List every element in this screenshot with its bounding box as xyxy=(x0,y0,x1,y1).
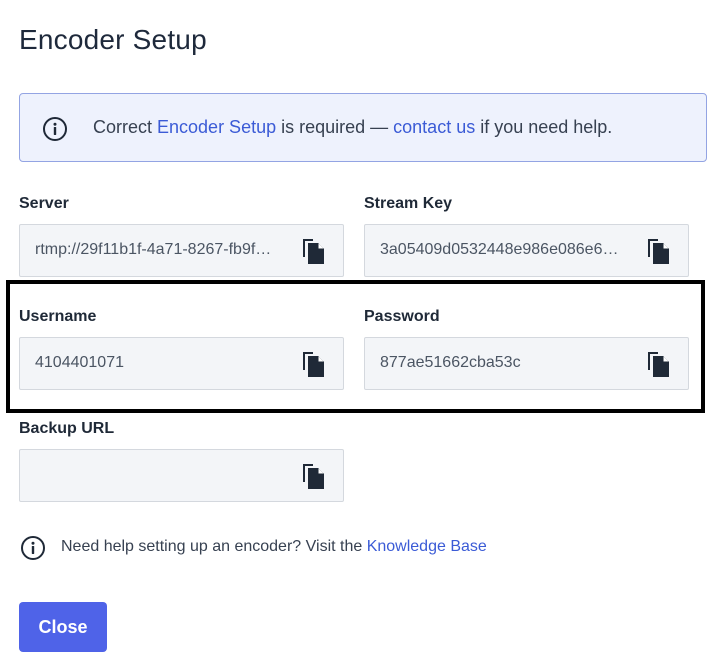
stream-key-label: Stream Key xyxy=(364,195,453,212)
banner-text-before: Correct xyxy=(93,117,158,137)
username-label: Username xyxy=(19,308,97,325)
help-message: Need help setting up an encoder? Visit t… xyxy=(61,538,487,556)
copy-icon[interactable] xyxy=(646,238,670,265)
info-banner: Correct Encoder Setup is required — cont… xyxy=(19,93,707,162)
copy-icon[interactable] xyxy=(301,238,325,265)
password-field[interactable]: 877ae51662cba53c xyxy=(364,337,689,390)
banner-text-middle: is required — xyxy=(276,117,394,137)
server-label: Server xyxy=(19,195,69,212)
password-label: Password xyxy=(364,308,440,325)
copy-icon[interactable] xyxy=(301,351,325,378)
close-button[interactable]: Close xyxy=(19,602,107,652)
encoder-setup-link[interactable]: Encoder Setup xyxy=(157,117,276,137)
help-text: Need help setting up an encoder? Visit t… xyxy=(61,538,367,555)
stream-key-value[interactable]: 3a05409d0532448e986e086e6… xyxy=(380,241,642,259)
server-field[interactable]: rtmp://29f11b1f-4a71-8267-fb9f… xyxy=(19,224,344,277)
username-field[interactable]: 4104401071 xyxy=(19,337,344,390)
stream-key-field[interactable]: 3a05409d0532448e986e086e6… xyxy=(364,224,689,277)
copy-icon[interactable] xyxy=(301,463,325,490)
banner-text-after: if you need help. xyxy=(475,117,613,137)
knowledge-base-link[interactable]: Knowledge Base xyxy=(367,538,487,555)
info-icon xyxy=(21,536,45,560)
server-value[interactable]: rtmp://29f11b1f-4a71-8267-fb9f… xyxy=(35,241,297,259)
backup-url-label: Backup URL xyxy=(19,420,115,437)
copy-icon[interactable] xyxy=(646,351,670,378)
backup-url-field[interactable] xyxy=(19,449,344,502)
banner-message: Correct Encoder Setup is required — cont… xyxy=(93,117,612,138)
contact-us-link[interactable]: contact us xyxy=(393,117,475,137)
page-title: Encoder Setup xyxy=(19,24,207,55)
username-value[interactable]: 4104401071 xyxy=(35,354,297,372)
password-value[interactable]: 877ae51662cba53c xyxy=(380,354,642,372)
info-icon xyxy=(43,117,67,141)
